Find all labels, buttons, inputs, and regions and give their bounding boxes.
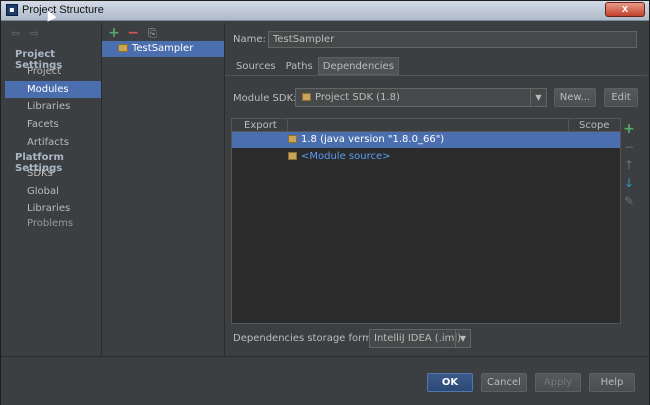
- nav-item-modules[interactable]: Modules: [5, 81, 101, 98]
- module-tree-panel: + − ⎘ TestSampler: [102, 23, 225, 356]
- module-tabs: Sources Paths Dependencies: [231, 57, 399, 75]
- nav-item-artifacts[interactable]: Artifacts: [5, 134, 101, 151]
- jdk-folder-icon: [288, 135, 297, 143]
- module-details-panel: Name: TestSampler Sources Paths Dependenci…: [225, 23, 647, 356]
- sdk-folder-icon: [302, 93, 311, 101]
- dependency-toolbar: + − ↑ ↓ ✎: [622, 120, 636, 210]
- dependencies-table: Export Scope 1.8 (java version "1.8.0_66…: [231, 118, 621, 324]
- module-name: TestSampler: [132, 43, 194, 54]
- dependency-label: 1.8 (java version "1.8.0_66"): [301, 134, 445, 145]
- column-divider: [568, 119, 569, 132]
- dialog-button-bar: OK Cancel Apply Help: [1, 356, 649, 405]
- column-header-export[interactable]: Export: [244, 119, 277, 132]
- edit-sdk-button[interactable]: Edit: [604, 88, 638, 107]
- settings-navigation: ⇦ ⇨ Project Settings Project Modules Lib…: [5, 23, 102, 356]
- forward-arrow-icon[interactable]: ⇨: [30, 27, 39, 40]
- nav-history-arrows: ⇦ ⇨: [11, 27, 45, 40]
- storage-format-select[interactable]: IntelliJ IDEA (.iml) ▼: [369, 329, 471, 348]
- move-up-icon[interactable]: ↑: [622, 156, 636, 174]
- chevron-down-icon: ▼: [530, 89, 546, 106]
- tab-divider: [225, 75, 647, 76]
- copy-icon[interactable]: ⎘: [145, 27, 159, 41]
- storage-format-value: IntelliJ IDEA (.iml): [374, 333, 462, 344]
- module-folder-icon: [118, 44, 128, 52]
- nav-item-libraries[interactable]: Libraries: [5, 98, 101, 115]
- table-row[interactable]: <Module source>: [232, 149, 620, 165]
- remove-icon[interactable]: −: [126, 26, 140, 40]
- chevron-down-icon: ▼: [455, 330, 470, 347]
- module-name-input[interactable]: TestSampler: [268, 31, 637, 48]
- window-title: Project Structure: [22, 4, 104, 16]
- project-structure-dialog: ▪ Project Structure x ⇦ ⇨ Project Settin…: [0, 0, 650, 405]
- storage-format-label: Dependencies storage format:: [233, 333, 386, 344]
- help-button[interactable]: Help: [589, 373, 635, 392]
- tab-paths[interactable]: Paths: [281, 57, 318, 75]
- ok-button[interactable]: OK: [427, 373, 473, 392]
- name-label: Name:: [233, 34, 266, 45]
- column-divider: [287, 119, 288, 132]
- column-header-scope[interactable]: Scope: [579, 119, 609, 132]
- nav-item-project[interactable]: Project: [5, 63, 101, 80]
- close-button[interactable]: x: [605, 2, 645, 17]
- add-icon[interactable]: +: [107, 26, 121, 40]
- new-sdk-button[interactable]: New...: [554, 88, 596, 107]
- tree-toolbar: + − ⎘: [107, 26, 161, 40]
- tab-sources[interactable]: Sources: [231, 57, 281, 75]
- apply-button[interactable]: Apply: [535, 373, 581, 392]
- cancel-button[interactable]: Cancel: [481, 373, 527, 392]
- add-dependency-icon[interactable]: +: [622, 120, 636, 138]
- app-icon: ▪: [6, 4, 18, 16]
- dependency-label: <Module source>: [301, 151, 391, 162]
- table-row[interactable]: 1.8 (java version "1.8.0_66"): [232, 132, 620, 148]
- module-sdk-label: Module SDK:: [233, 93, 297, 104]
- back-arrow-icon[interactable]: ⇦: [11, 27, 20, 40]
- edit-dependency-icon[interactable]: ✎: [622, 192, 636, 210]
- source-folder-icon: [288, 152, 297, 160]
- nav-item-facets[interactable]: Facets: [5, 116, 101, 133]
- tab-dependencies[interactable]: Dependencies: [317, 57, 399, 75]
- title-bar: ▪ Project Structure x: [1, 1, 649, 21]
- move-down-icon[interactable]: ↓: [622, 174, 636, 192]
- table-header: Export Scope: [232, 119, 620, 132]
- module-sdk-select[interactable]: Project SDK (1.8) ▼: [295, 88, 547, 107]
- nav-item-problems[interactable]: Problems: [5, 215, 101, 232]
- module-tree-item[interactable]: TestSampler: [102, 41, 224, 57]
- nav-item-global-libraries[interactable]: Global Libraries: [5, 183, 101, 214]
- remove-dependency-icon[interactable]: −: [622, 138, 636, 156]
- module-sdk-value: Project SDK (1.8): [315, 92, 400, 103]
- nav-item-sdks[interactable]: SDKs: [5, 165, 101, 182]
